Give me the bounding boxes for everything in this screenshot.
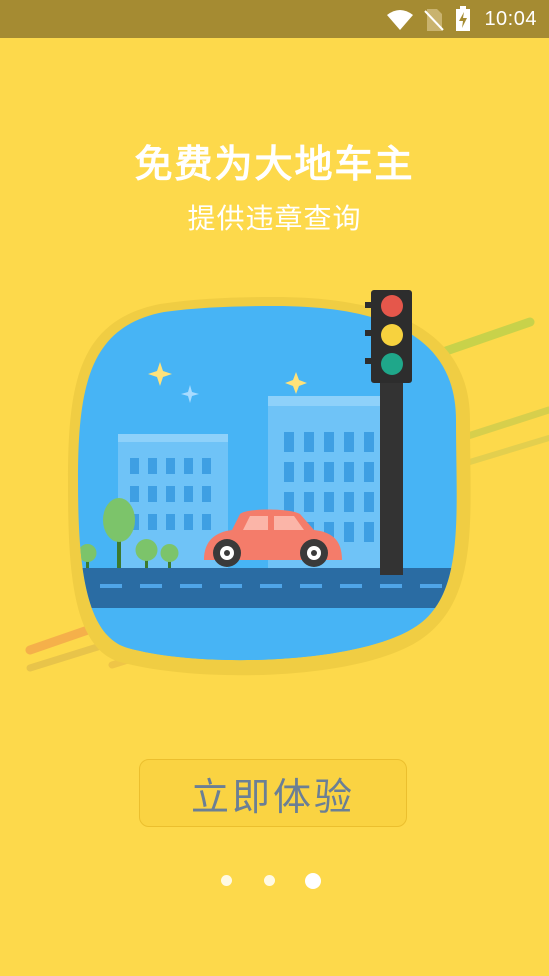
- page-dot-active[interactable]: [305, 873, 321, 889]
- building: [118, 434, 228, 584]
- try-now-button[interactable]: 立即体验: [139, 759, 407, 827]
- page-indicator: [0, 873, 549, 889]
- wifi-icon: [387, 10, 413, 30]
- city-street-illustration: [25, 290, 549, 676]
- no-sim-icon: [424, 9, 444, 31]
- status-bar: 10:04: [0, 0, 549, 38]
- page-dot[interactable]: [221, 875, 232, 886]
- page-title: 免费为大地车主: [134, 142, 415, 186]
- page-subtitle: 提供违章查询: [187, 202, 362, 235]
- page-dot[interactable]: [264, 875, 275, 886]
- status-time: 10:04: [484, 8, 537, 30]
- battery-charging-icon: [456, 6, 470, 31]
